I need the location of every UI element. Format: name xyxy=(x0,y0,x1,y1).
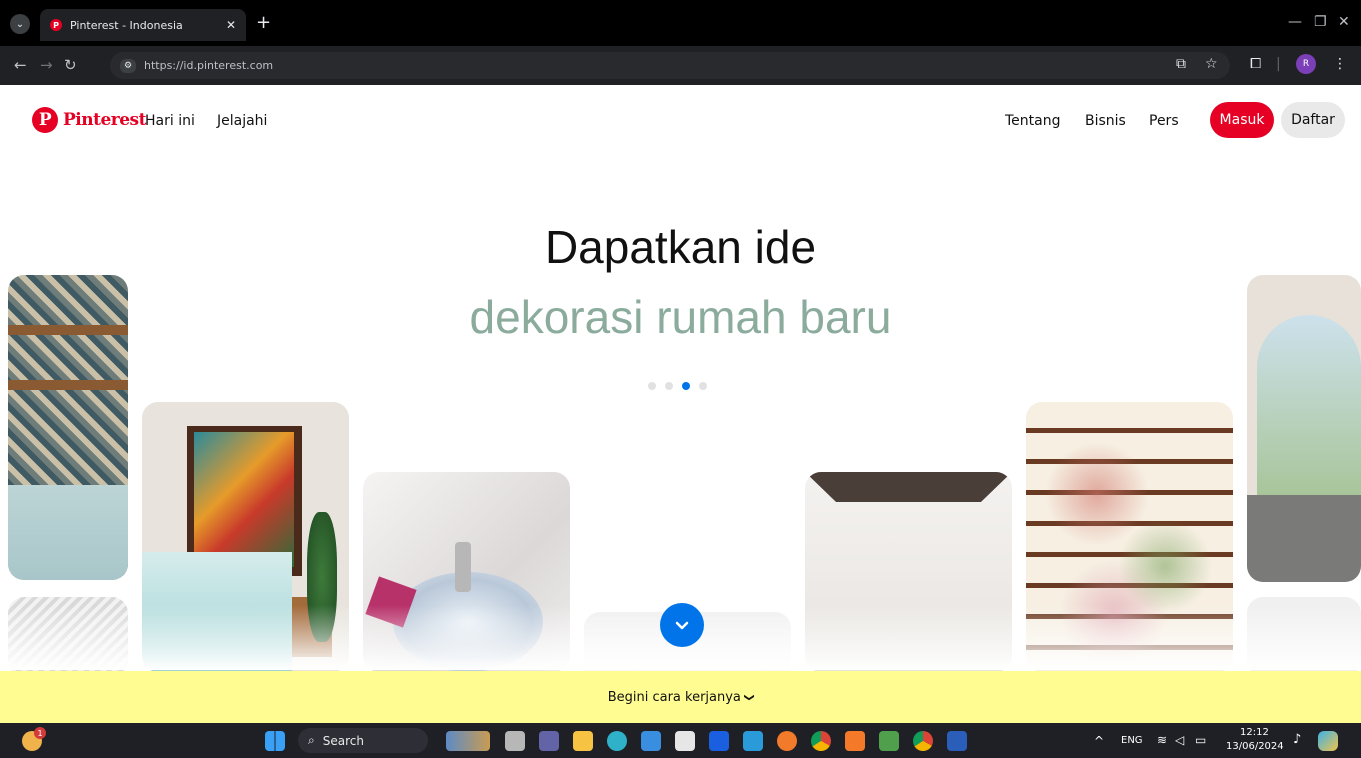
nav-pers[interactable]: Pers xyxy=(1149,113,1179,129)
browser-toolbar: ← → ↻ ⚙ https://id.pinterest.com ⧉ ☆ ⧠ |… xyxy=(0,46,1361,85)
microsoft-store-icon[interactable] xyxy=(641,731,661,751)
bookmark-star-icon[interactable]: ☆ xyxy=(1205,56,1218,72)
xampp-icon[interactable] xyxy=(845,731,865,751)
image-viewer-icon[interactable] xyxy=(879,731,899,751)
start-windows-icon[interactable] xyxy=(265,731,285,751)
language-indicator[interactable]: ENG xyxy=(1121,735,1143,746)
copilot-icon[interactable] xyxy=(1318,731,1338,751)
taskbar-search-label: Search xyxy=(322,733,364,748)
scroll-down-button[interactable] xyxy=(660,603,704,647)
how-it-works-label: Begini cara kerjanya xyxy=(607,689,741,705)
back-icon[interactable]: ← xyxy=(14,56,27,74)
nav-tentang[interactable]: Tentang xyxy=(1005,113,1061,129)
address-bar[interactable]: ⚙ https://id.pinterest.com xyxy=(110,52,1230,79)
forward-icon[interactable]: → xyxy=(40,56,53,74)
pinterest-logo-icon: P xyxy=(32,107,58,133)
windows-taskbar: 1 ⌕ Search ^ ENG ≋ ◁ ▭ 12:12 13/06/2024 … xyxy=(0,723,1361,758)
new-tab-icon[interactable]: + xyxy=(256,14,271,32)
chrome-icon[interactable] xyxy=(811,731,831,751)
battery-icon[interactable]: ▭ xyxy=(1195,733,1206,747)
carousel-dot[interactable] xyxy=(648,382,656,390)
site-info-icon[interactable]: ⚙ xyxy=(120,58,136,73)
wifi-icon[interactable]: ≋ xyxy=(1157,733,1167,747)
teams-icon[interactable] xyxy=(539,731,559,751)
logo-text: Pinterest xyxy=(63,110,146,130)
menu-kebab-icon[interactable]: ⋮ xyxy=(1333,56,1347,72)
firefox-icon[interactable] xyxy=(777,731,797,751)
signup-button[interactable]: Daftar xyxy=(1281,102,1345,138)
extensions-icon[interactable]: ⧠ xyxy=(1250,56,1261,72)
hero-subtitle: dekorasi rumah baru xyxy=(469,291,892,343)
clock-time[interactable]: 12:12 xyxy=(1240,727,1269,738)
pin-image-arched-window xyxy=(1247,275,1361,582)
pinterest-landing-page: P Pinterest Hari ini Jelajahi Tentang Bi… xyxy=(0,85,1361,723)
chevron-down-icon xyxy=(675,621,689,630)
carousel-dot-active[interactable] xyxy=(682,382,690,390)
restore-icon[interactable]: ❐ xyxy=(1314,14,1327,30)
pin-image-tiled-kitchen xyxy=(8,275,128,580)
search-icon: ⌕ xyxy=(308,733,315,747)
nav-hari-ini[interactable]: Hari ini xyxy=(145,113,195,129)
word-icon[interactable] xyxy=(947,731,967,751)
file-explorer-icon[interactable] xyxy=(573,731,593,751)
amazon-icon[interactable] xyxy=(675,731,695,751)
browser-chrome: ⌄ P Pinterest - Indonesia ✕ + — ❐ ✕ ← → … xyxy=(0,0,1361,85)
login-button[interactable]: Masuk xyxy=(1210,102,1274,138)
cast-icon[interactable]: ⧉ xyxy=(1176,56,1186,72)
chrome-profile-icon[interactable] xyxy=(913,731,933,751)
minimize-icon[interactable]: — xyxy=(1288,14,1302,30)
reload-icon[interactable]: ↻ xyxy=(64,56,77,74)
carousel-dots xyxy=(648,382,707,390)
carousel-dot[interactable] xyxy=(665,382,673,390)
tray-expand-icon[interactable]: ^ xyxy=(1094,734,1104,748)
profile-avatar[interactable]: R xyxy=(1296,54,1316,74)
task-view-icon[interactable] xyxy=(505,731,525,751)
close-window-icon[interactable]: ✕ xyxy=(1338,14,1350,30)
hero-title: Dapatkan ide xyxy=(544,221,817,273)
toolbar-divider: | xyxy=(1276,56,1281,72)
tab-search-icon[interactable]: ⌄ xyxy=(10,14,30,34)
url-text: https://id.pinterest.com xyxy=(144,59,274,72)
browser-tab[interactable]: P Pinterest - Indonesia ✕ xyxy=(40,9,246,41)
carousel-dot[interactable] xyxy=(699,382,707,390)
tab-strip: ⌄ P Pinterest - Indonesia ✕ + — ❐ ✕ xyxy=(0,0,1361,46)
tab-close-icon[interactable]: ✕ xyxy=(226,18,236,32)
clock-date[interactable]: 13/06/2024 xyxy=(1226,741,1284,752)
chevron-down-small-icon: ❯ xyxy=(743,692,755,702)
pinterest-logo[interactable]: P Pinterest xyxy=(32,107,146,133)
volume-icon[interactable]: ◁ xyxy=(1175,733,1184,747)
widgets-badge: 1 xyxy=(34,727,46,739)
news-widget-icon[interactable] xyxy=(446,731,490,751)
nav-jelajahi[interactable]: Jelajahi xyxy=(217,113,267,129)
pinterest-favicon-icon: P xyxy=(50,19,62,31)
how-it-works-bar[interactable]: Begini cara kerjanya ❯ xyxy=(0,671,1361,723)
tab-title: Pinterest - Indonesia xyxy=(70,18,183,32)
dropbox-icon[interactable] xyxy=(709,731,729,751)
notification-bell-icon[interactable]: ♪ xyxy=(1293,732,1301,747)
edge-icon[interactable] xyxy=(607,731,627,751)
calendar-app-icon[interactable] xyxy=(743,731,763,751)
taskbar-search[interactable]: ⌕ Search xyxy=(298,728,428,753)
nav-bisnis[interactable]: Bisnis xyxy=(1085,113,1126,129)
